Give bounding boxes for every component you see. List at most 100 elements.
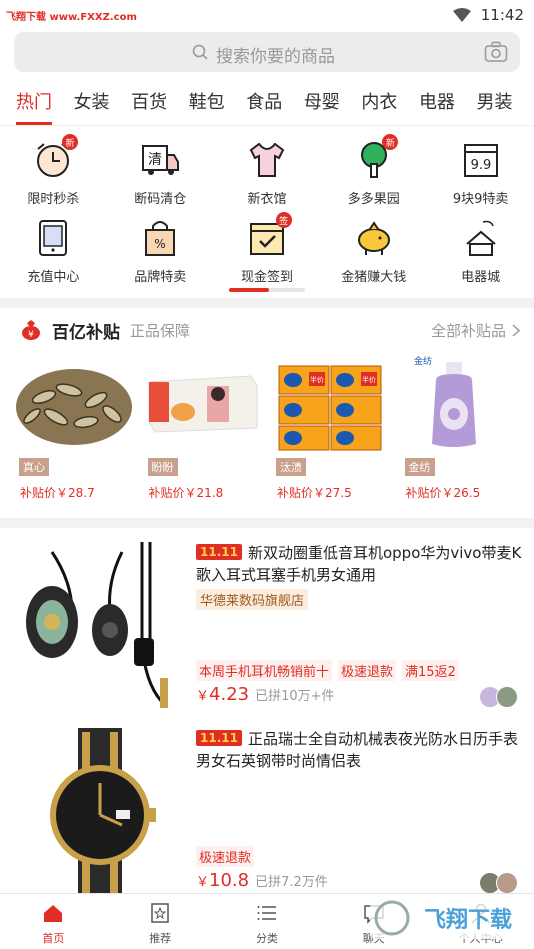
delivery-truck-icon: 清 [142, 145, 180, 175]
tab-food[interactable]: 食品 [246, 88, 304, 114]
grid-item-appliance-mall[interactable]: 电器城 [427, 214, 534, 292]
grid-item-recharge[interactable]: 充值中心 [0, 214, 107, 292]
grid-label: 充值中心 [27, 270, 80, 285]
tablet-icon [39, 220, 68, 256]
chevron-right-icon [512, 323, 520, 337]
tab-shoes-bags[interactable]: 鞋包 [189, 88, 247, 114]
promo-tags: 极速退款 [196, 846, 255, 867]
nav-label: 分类 [255, 932, 278, 945]
double-eleven-tag: 11.11 [196, 730, 242, 746]
svg-text:¥: ¥ [28, 330, 34, 340]
grid-label: 现金签到 [240, 270, 293, 285]
clock: 11:42 [480, 6, 524, 24]
grid-label: 电器城 [461, 270, 501, 285]
sold-count: 已拼10万+件 [255, 689, 335, 704]
tab-baby[interactable]: 母婴 [304, 88, 362, 114]
product-price: 10.8 [209, 870, 250, 891]
nav-home[interactable]: 首页 [0, 894, 107, 949]
currency-symbol: ￥ [196, 689, 210, 704]
tab-women[interactable]: 女装 [74, 88, 132, 114]
calendar-9-icon: 9.9 [463, 144, 498, 177]
tab-underwear[interactable]: 内衣 [361, 88, 419, 114]
new-badge: 新 [382, 134, 399, 150]
subsidy-price: 补贴价￥27.5 [277, 486, 352, 500]
search-placeholder: 搜索你要的商品 [216, 47, 335, 67]
active-tab-underline [16, 122, 52, 125]
subsidy-item[interactable]: 真心 补贴价￥28.7 [14, 352, 143, 502]
product-image [12, 728, 188, 901]
product-card[interactable]: 11.11 新双动圈重低音耳机oppo华为vivo带麦K歌入耳式耳塞手机男女通用 … [0, 528, 534, 715]
brand-tag: 汰渍 [276, 458, 306, 476]
avatar [496, 686, 518, 708]
subsidy-price: 补贴价￥28.7 [20, 486, 95, 500]
snack-box-image [148, 375, 257, 433]
softener-bottle-image: 金纺 [414, 355, 476, 447]
subsidy-title: 百亿补贴 [52, 322, 120, 343]
category-tabs: 热门 女装 百货 鞋包 食品 母婴 内衣 电器 男装 [0, 76, 534, 126]
checkin-badge: 签 [275, 212, 292, 228]
promo-tags: 本周手机耳机畅销前十 极速退款 满15返2 [196, 660, 459, 681]
brand-tag: 真心 [19, 458, 49, 476]
watermark-logo: 飞翔下载 [370, 897, 526, 939]
svg-text:%: % [154, 237, 165, 251]
grid-item-golden-pig[interactable]: 金猪赚大钱 [320, 214, 427, 292]
tab-men[interactable]: 男装 [477, 88, 534, 114]
grid-label: 断码清仓 [134, 192, 187, 207]
piggy-bank-icon [357, 221, 390, 255]
section-divider [0, 298, 534, 308]
category-list-icon [257, 906, 276, 920]
buyer-avatars [479, 872, 518, 894]
subsidy-header: ¥ 百亿补贴 正品保障 全部补贴品 [0, 308, 534, 352]
grid-item-9-9-sale[interactable]: 9.9 9块9特卖 [427, 136, 534, 214]
grid-label: 品牌特卖 [134, 270, 187, 285]
money-bag-icon: ¥ [22, 320, 40, 340]
product-title: 新双动圈重低音耳机oppo华为vivo带麦K歌入耳式耳塞手机男女通用 [196, 544, 522, 584]
earphones-image [12, 542, 188, 715]
sunflower-seeds-image [16, 369, 132, 445]
shop-badge: 华德莱数码旗舰店 [196, 589, 309, 610]
section-divider [0, 518, 534, 528]
sold-count: 已拼7.2万件 [255, 875, 328, 890]
grid-item-orchard[interactable]: 新 多多果园 [320, 134, 427, 214]
grid-item-cash-checkin[interactable]: 签 现金签到 [214, 212, 321, 292]
grid-item-clearance[interactable]: 清 断码清仓 [107, 136, 214, 214]
product-title: 正品瑞士全自动机械表夜光防水日历手表男女石英钢带时尚情侣表 [196, 730, 518, 770]
subsidy-item[interactable]: 半价 半价 汰渍 补贴价￥27.5 [271, 352, 400, 502]
pack-label: 半价 [362, 375, 376, 384]
grid-item-brand-sale[interactable]: % 品牌特卖 [107, 214, 214, 292]
promo-tag: 极速退款 [338, 660, 397, 681]
promo-tag: 极速退款 [196, 846, 255, 867]
search-icon [192, 44, 208, 60]
nav-category[interactable]: 分类 [214, 894, 321, 949]
wristwatch-image [12, 728, 188, 901]
grid-scroll-indicator [229, 288, 305, 292]
brand-tag: 盼盼 [147, 458, 178, 476]
tab-general[interactable]: 百货 [131, 88, 189, 114]
subsidy-item[interactable]: 盼盼 补贴价￥21.8 [143, 352, 272, 502]
currency-symbol: ￥ [196, 875, 210, 890]
price-row: ￥4.23 已拼10万+件 [196, 684, 335, 705]
status-bar: 飞翔下载 www.FXXZ.com 11:42 [0, 0, 534, 30]
subsidy-more-link[interactable]: 全部补贴品 [431, 320, 520, 341]
camera-icon[interactable] [484, 41, 508, 63]
nav-recommend[interactable]: 推荐 [107, 894, 214, 949]
shirt-icon [249, 142, 285, 177]
subsidy-item[interactable]: 金纺 金纺 补贴价￥26.5 [400, 352, 529, 502]
grid-label: 限时秒杀 [27, 192, 80, 207]
grid-label: 9块9特卖 [452, 192, 509, 207]
grid-item-flash-sale[interactable]: 新 限时秒杀 [0, 134, 107, 214]
grid-item-new-clothes[interactable]: 新衣馆 [214, 136, 321, 214]
pack-label: 半价 [310, 375, 324, 384]
promo-tag: 本周手机耳机畅销前十 [196, 660, 333, 681]
appliance-icon [465, 220, 496, 256]
product-price: 4.23 [209, 684, 250, 705]
tab-hot[interactable]: 热门 [16, 88, 74, 114]
search-bar[interactable]: 搜索你要的商品 [14, 32, 520, 72]
home-icon [44, 905, 63, 922]
subsidy-more-label: 全部补贴品 [430, 321, 506, 340]
grid-label: 新衣馆 [247, 192, 287, 207]
product-card[interactable]: 11.11 正品瑞士全自动机械表夜光防水日历手表男女石英钢带时尚情侣表 极速退款 … [0, 714, 534, 901]
tab-appliances[interactable]: 电器 [419, 88, 477, 114]
subsidy-subtitle: 正品保障 [130, 321, 191, 340]
subsidy-price: 补贴价￥26.5 [405, 486, 481, 500]
